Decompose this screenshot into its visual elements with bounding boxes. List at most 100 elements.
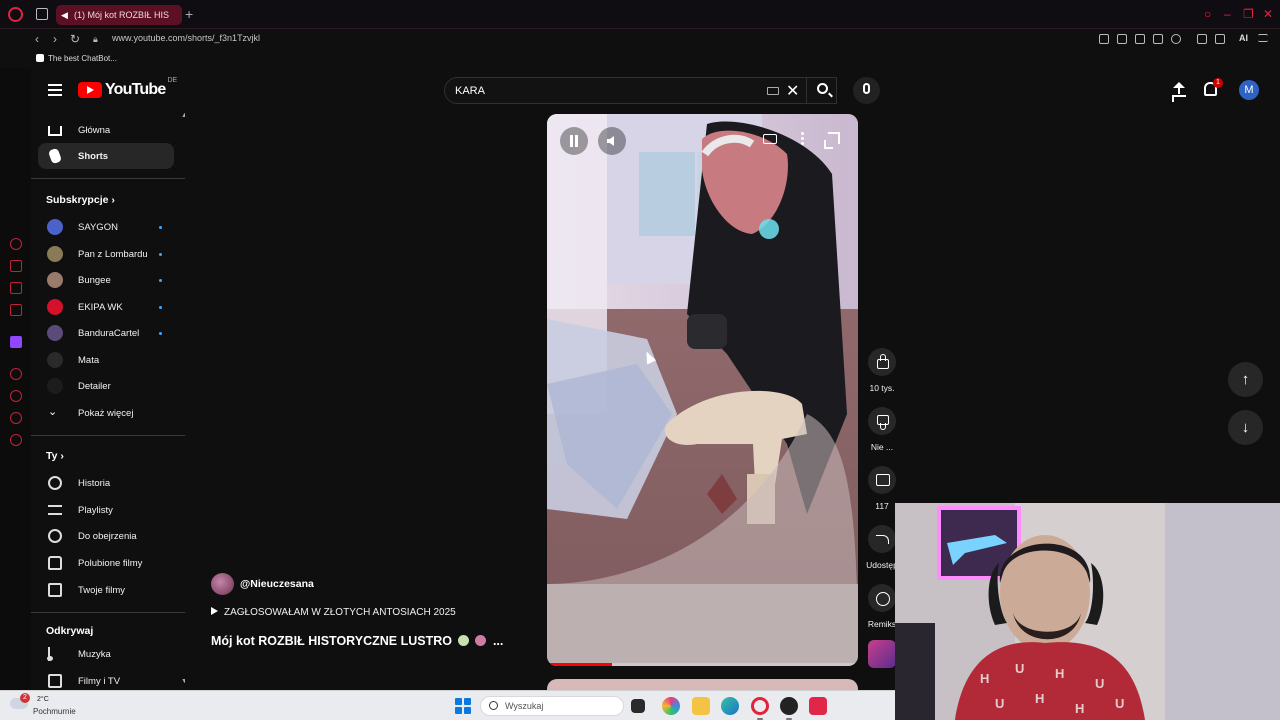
opera-gx-icon[interactable]	[751, 697, 769, 715]
you-heading[interactable]: Ty ›	[46, 450, 64, 462]
bookmarks-icon[interactable]	[10, 304, 22, 316]
fullscreen-icon[interactable]	[824, 132, 840, 149]
shield-icon[interactable]	[1135, 34, 1145, 44]
sound-thumbnail[interactable]	[868, 640, 896, 668]
extensions-icon[interactable]	[10, 412, 22, 424]
svg-text:H: H	[980, 671, 989, 686]
history-sidebar-icon[interactable]	[10, 390, 22, 402]
more-options-icon[interactable]	[801, 132, 804, 146]
twitch-icon[interactable]	[10, 336, 22, 348]
search-button[interactable]	[806, 77, 838, 104]
thumbs-up-icon[interactable]	[868, 348, 896, 376]
snapshot-icon[interactable]	[1117, 34, 1127, 44]
player-sidebar-icon[interactable]	[10, 368, 22, 380]
wallet-icon[interactable]	[1197, 34, 1207, 44]
svg-text:U: U	[1095, 676, 1104, 691]
share-icon[interactable]	[868, 525, 896, 553]
tab-title: (1) Mój kot ROZBIŁ HIS	[74, 10, 170, 20]
browser-tab-active[interactable]: ◀ (1) Mój kot ROZBIŁ HIS	[56, 5, 182, 25]
sidebar-item-watch-later[interactable]: Do obejrzenia	[38, 523, 174, 549]
sidebar-subscription-item[interactable]: Detailer	[38, 373, 174, 399]
bookmark-item[interactable]: The best ChatBot...	[36, 54, 117, 63]
remix-icon[interactable]	[868, 584, 896, 612]
create-upload-icon[interactable]	[1172, 81, 1186, 99]
speaker-icon[interactable]: ◀	[61, 10, 71, 20]
download-icon[interactable]	[1215, 34, 1225, 44]
menu-icon[interactable]	[1258, 34, 1268, 42]
obs-icon[interactable]	[780, 697, 798, 715]
shorts-video-player[interactable]	[547, 114, 858, 666]
tab-overview-icon[interactable]	[36, 8, 48, 20]
sidebar-subscription-item[interactable]: EKIPA WK	[38, 294, 174, 320]
subscriptions-heading[interactable]: Subskrypcje ›	[46, 194, 115, 206]
next-short-button[interactable]: ↓	[1228, 410, 1263, 445]
clear-search-icon[interactable]: ✕	[786, 81, 799, 101]
file-explorer-icon[interactable]	[692, 697, 710, 715]
sidebar-item-liked[interactable]: Polubione filmy	[38, 550, 174, 576]
channel-name[interactable]: @Nieuczesana	[240, 578, 314, 590]
volume-button[interactable]	[598, 127, 626, 155]
search-input[interactable]: KARA ✕	[444, 77, 837, 104]
windows-start-icon[interactable]	[455, 698, 471, 714]
opera-sidebar	[0, 68, 31, 690]
sidebar-subscription-item[interactable]: Pan z Lombardu	[38, 241, 174, 267]
restore-button[interactable]: ❐	[1243, 7, 1254, 21]
sidebar-subscription-item[interactable]: Mata	[38, 347, 174, 373]
pin-icon[interactable]	[1099, 34, 1109, 44]
back-button[interactable]: ‹	[35, 32, 39, 46]
sidebar-item-home[interactable]: Główna	[38, 117, 174, 143]
close-window-button[interactable]: ✕	[1263, 7, 1273, 21]
opera-logo-icon[interactable]	[8, 7, 23, 22]
thumbs-down-icon[interactable]	[868, 407, 896, 435]
next-short-preview[interactable]	[547, 679, 858, 690]
sidebar-item-your-videos[interactable]: Twoje filmy	[38, 577, 174, 603]
taskbar-search-input[interactable]: Wyszukaj	[480, 696, 624, 716]
aria-icon[interactable]	[10, 238, 22, 250]
sidebar-item-playlists[interactable]: Playlisty	[38, 497, 174, 523]
account-avatar[interactable]: M	[1239, 80, 1259, 100]
settings-icon[interactable]	[10, 434, 22, 446]
keyboard-icon[interactable]	[767, 87, 779, 95]
sidebar-item-movies[interactable]: Filmy i TV	[38, 668, 174, 690]
video-title[interactable]: Mój kot ROZBIŁ HISTORYCZNE LUSTRO ...	[211, 634, 503, 648]
edge-icon[interactable]	[721, 697, 739, 715]
task-view-icon[interactable]	[631, 699, 645, 713]
sidebar-divider	[31, 435, 185, 436]
guide-menu-button[interactable]	[48, 84, 62, 96]
sidebar-show-more[interactable]: ⌄ Pokaż więcej	[38, 400, 174, 426]
aria-ai-button[interactable]: AI	[1239, 33, 1248, 43]
sidebar-item-music[interactable]: Muzyka	[38, 641, 174, 667]
playlist-link[interactable]: ZAGŁOSOWAŁAM W ZŁOTYCH ANTOSIACH 2025	[211, 607, 456, 618]
sidebar-subscription-item[interactable]: BanduraCartel	[38, 320, 174, 346]
sidebar-item-history[interactable]: Historia	[38, 470, 174, 496]
workspace-icon[interactable]	[10, 260, 22, 272]
voice-search-button[interactable]	[853, 77, 880, 104]
forward-button[interactable]: ›	[53, 32, 57, 46]
comment-icon[interactable]	[868, 466, 896, 494]
copilot-icon[interactable]	[662, 697, 680, 715]
pinboard-icon[interactable]	[10, 282, 22, 294]
heart-icon[interactable]	[1171, 34, 1181, 44]
app-icon[interactable]	[809, 697, 827, 715]
reload-button[interactable]: ↻	[70, 32, 80, 46]
channel-avatar[interactable]	[211, 573, 234, 595]
search-tabs-icon[interactable]: ○	[1204, 7, 1211, 21]
sidebar-subscription-item[interactable]: Bungee	[38, 267, 174, 293]
new-tab-button[interactable]: +	[185, 6, 193, 22]
sidebar-scroll-up-icon[interactable]: ▲	[181, 112, 185, 119]
previous-short-button[interactable]: ↑	[1228, 362, 1263, 397]
captions-icon[interactable]	[763, 134, 777, 144]
youtube-logo[interactable]: YouTube DE	[78, 77, 177, 99]
sidebar-scroll-down-icon[interactable]: ▼	[181, 678, 185, 685]
sidebar-subscription-item[interactable]: SAYGON	[38, 214, 174, 240]
weather-description: Pochmurnie	[33, 707, 76, 716]
minimize-button[interactable]: –	[1224, 7, 1231, 21]
sidebar-item-shorts[interactable]: Shorts	[38, 143, 174, 169]
like-action[interactable]: 10 tys.	[861, 348, 903, 393]
dislike-action[interactable]: Nie ...	[861, 407, 903, 452]
video-progress-bar[interactable]	[547, 663, 858, 666]
pause-button[interactable]	[560, 127, 588, 155]
url-field[interactable]: www.youtube.com/shorts/_f3n1Tzvjkl	[112, 33, 260, 43]
player-icon[interactable]	[1153, 34, 1163, 44]
windows-taskbar: 2 2°C Pochmurnie Wyszukaj	[0, 690, 895, 720]
